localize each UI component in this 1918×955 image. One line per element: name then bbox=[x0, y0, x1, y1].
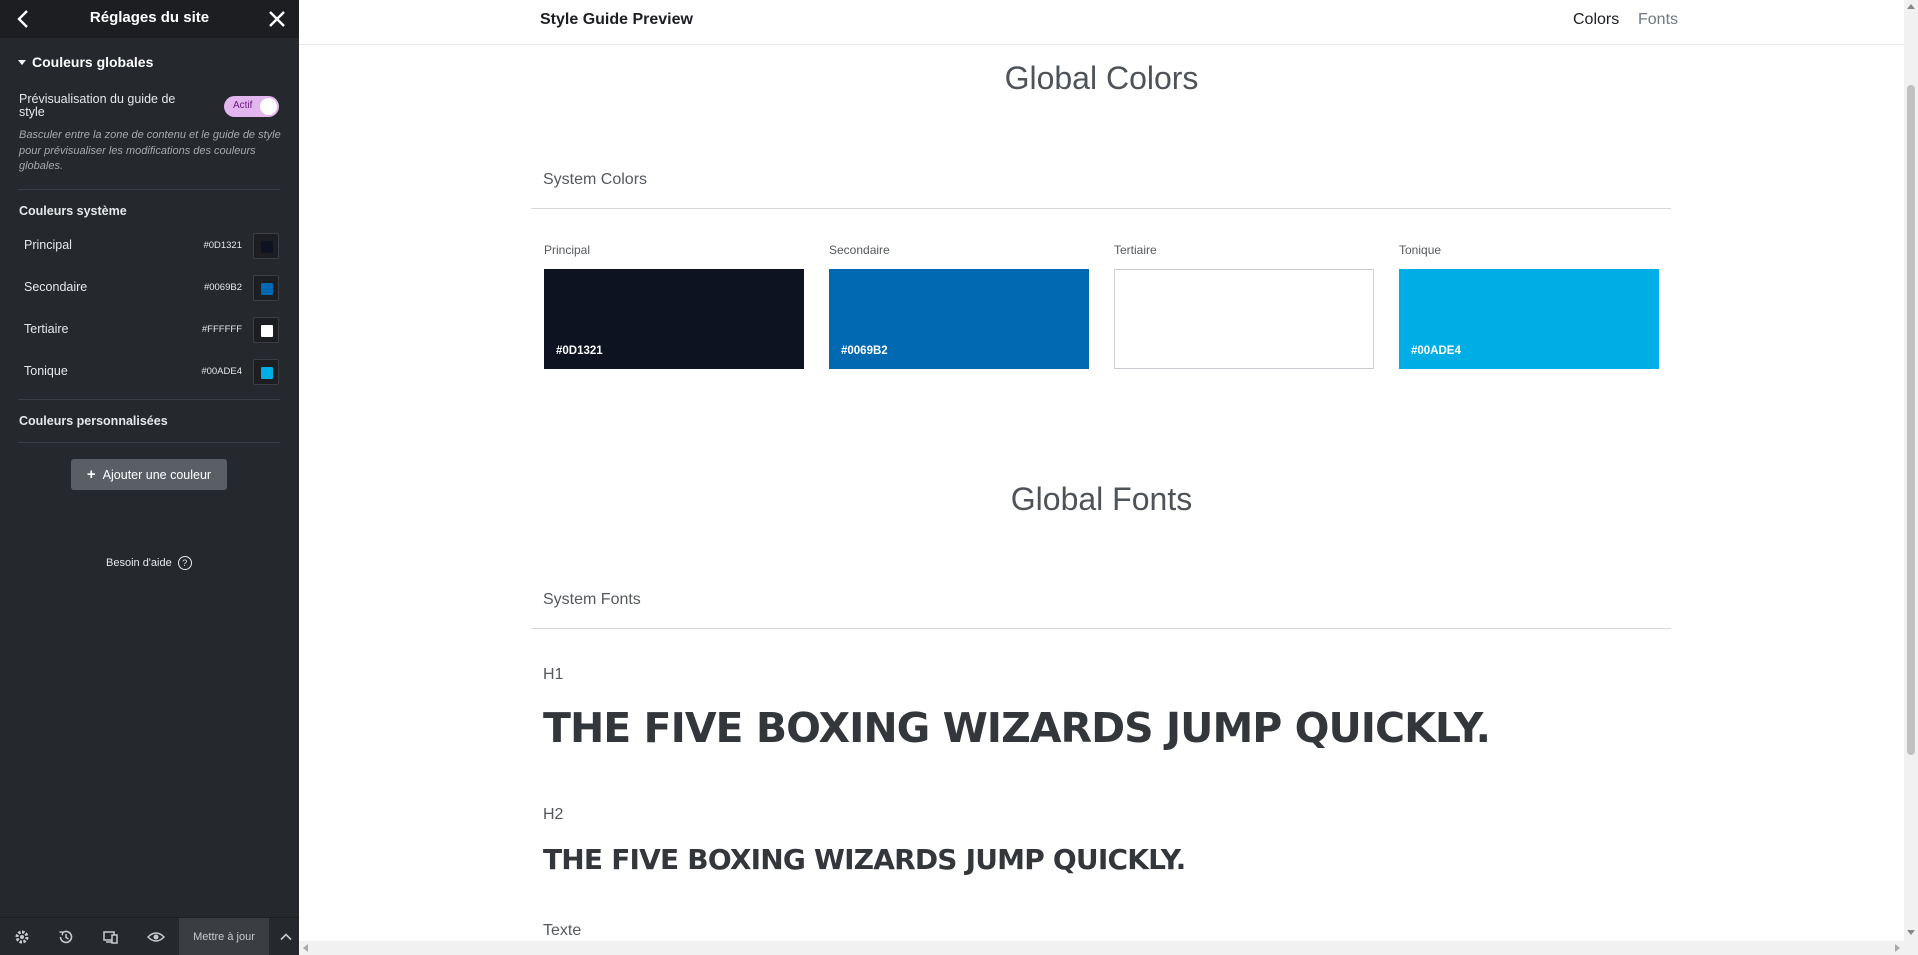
font-label-h1: H1 bbox=[543, 666, 564, 683]
system-color-row-tertiaire[interactable]: Tertiaire #FFFFFF bbox=[0, 313, 299, 347]
panel-header: Réglages du site bbox=[0, 0, 299, 38]
custom-colors-heading: Couleurs personnalisées bbox=[19, 414, 168, 428]
style-guide-preview-label: Prévisualisation du guide de style bbox=[19, 92, 176, 119]
color-picker-button[interactable] bbox=[253, 317, 279, 343]
responsive-mode-icon[interactable] bbox=[101, 927, 121, 947]
color-card-principal: Principal #0D1321 bbox=[544, 243, 804, 369]
plus-icon: + bbox=[86, 466, 96, 483]
color-name: Secondaire bbox=[24, 280, 88, 294]
toggle-knob bbox=[260, 98, 277, 115]
color-card-tonique: Tonique #00ADE4 bbox=[1399, 243, 1659, 369]
system-colors-subtitle: System Colors bbox=[543, 171, 648, 188]
vertical-scrollbar[interactable] bbox=[1904, 0, 1918, 955]
color-card-swatch: #0069B2 bbox=[829, 269, 1089, 369]
color-hex: #0069B2 bbox=[203, 282, 242, 293]
color-card-swatch: #FFFFFF bbox=[1114, 269, 1374, 369]
color-picker-button[interactable] bbox=[253, 359, 279, 385]
color-name: Principal bbox=[24, 238, 72, 252]
help-link[interactable]: Besoin d'aide ? bbox=[106, 556, 192, 570]
color-name: Tertiaire bbox=[24, 322, 69, 336]
color-card-secondaire: Secondaire #0069B2 bbox=[829, 243, 1089, 369]
caret-down-icon bbox=[18, 59, 26, 65]
preview-eye-icon[interactable] bbox=[146, 927, 166, 947]
toggle-state-label: Actif bbox=[233, 100, 253, 111]
site-settings-panel: Réglages du site Couleurs globales Prévi… bbox=[0, 0, 299, 955]
section-toggle-global-colors[interactable]: Couleurs globales bbox=[18, 54, 153, 70]
panel-title: Réglages du site bbox=[89, 9, 210, 26]
divider bbox=[531, 208, 1671, 209]
tab-colors[interactable]: Colors bbox=[1573, 11, 1619, 29]
style-guide-preview: Style Guide Preview Colors Fonts Global … bbox=[299, 0, 1918, 955]
update-button[interactable]: Mettre à jour bbox=[179, 918, 269, 955]
color-swatch bbox=[261, 367, 273, 379]
help-label: Besoin d'aide bbox=[106, 557, 172, 569]
scroll-right-arrow-icon[interactable] bbox=[1895, 944, 1900, 952]
section-title: Couleurs globales bbox=[32, 54, 154, 70]
divider bbox=[18, 442, 280, 443]
font-sample-h1: THE FIVE BOXING WIZARDS JUMP QUICKLY. bbox=[543, 704, 1491, 752]
color-card-label: Principal bbox=[544, 243, 591, 257]
color-hex: #FFFFFF bbox=[201, 324, 242, 335]
color-picker-button[interactable] bbox=[253, 275, 279, 301]
preview-header: Style Guide Preview Colors Fonts bbox=[299, 0, 1904, 45]
color-swatch bbox=[261, 283, 273, 295]
divider bbox=[18, 399, 280, 400]
color-card-hex: #0069B2 bbox=[841, 345, 888, 357]
color-card-swatch: #0D1321 bbox=[544, 269, 804, 369]
font-label-text: Texte bbox=[543, 922, 582, 939]
color-card-label: Secondaire bbox=[829, 243, 890, 257]
preview-description: Basculer entre la zone de contenu et le … bbox=[19, 129, 281, 172]
global-fonts-title: Global Fonts bbox=[1010, 481, 1193, 517]
add-color-button[interactable]: + Ajouter une couleur bbox=[71, 459, 227, 490]
system-color-row-secondaire[interactable]: Secondaire #0069B2 bbox=[0, 271, 299, 305]
scroll-left-arrow-icon[interactable] bbox=[303, 944, 308, 952]
system-fonts-subtitle: System Fonts bbox=[543, 591, 641, 608]
color-swatch bbox=[261, 241, 273, 253]
color-hex: #00ADE4 bbox=[201, 366, 242, 377]
system-color-row-tonique[interactable]: Tonique #00ADE4 bbox=[0, 355, 299, 389]
scroll-up-arrow-icon[interactable] bbox=[1907, 4, 1915, 9]
close-icon[interactable] bbox=[265, 7, 289, 31]
color-card-swatch: #00ADE4 bbox=[1399, 269, 1659, 369]
color-card-label: Tertiaire bbox=[1114, 243, 1157, 257]
divider bbox=[18, 189, 280, 190]
color-card-tertiaire: Tertiaire #FFFFFF bbox=[1114, 243, 1374, 369]
scrollbar-thumb[interactable] bbox=[1907, 85, 1915, 755]
global-colors-title: Global Colors bbox=[1004, 60, 1199, 96]
font-sample-h2: THE FIVE BOXING WIZARDS JUMP QUICKLY. bbox=[543, 843, 1186, 876]
color-card-hex: #00ADE4 bbox=[1411, 345, 1461, 357]
question-circle-icon: ? bbox=[177, 556, 192, 570]
color-card-hex: #FFFFFF bbox=[1126, 345, 1175, 357]
color-card-label: Tonique bbox=[1399, 243, 1442, 257]
color-card-hex: #0D1321 bbox=[556, 345, 603, 357]
color-swatch bbox=[261, 325, 273, 337]
color-name: Tonique bbox=[24, 364, 68, 378]
system-color-row-principal[interactable]: Principal #0D1321 bbox=[0, 229, 299, 263]
system-colors-heading: Couleurs système bbox=[19, 204, 127, 218]
history-icon[interactable] bbox=[56, 927, 76, 947]
color-hex: #0D1321 bbox=[203, 240, 242, 251]
divider bbox=[531, 628, 1671, 629]
add-color-label: Ajouter une couleur bbox=[102, 467, 212, 482]
preview-title: Style Guide Preview bbox=[540, 11, 693, 28]
panel-footer: Mettre à jour bbox=[0, 917, 299, 955]
settings-gear-icon[interactable] bbox=[12, 927, 32, 947]
chevron-up-icon[interactable] bbox=[272, 918, 299, 955]
color-picker-button[interactable] bbox=[253, 233, 279, 259]
horizontal-scrollbar[interactable] bbox=[299, 941, 1904, 955]
font-label-h2: H2 bbox=[543, 806, 564, 823]
tab-fonts[interactable]: Fonts bbox=[1638, 11, 1678, 29]
scroll-down-arrow-icon[interactable] bbox=[1907, 930, 1915, 935]
style-guide-preview-toggle[interactable]: Actif bbox=[224, 96, 279, 117]
